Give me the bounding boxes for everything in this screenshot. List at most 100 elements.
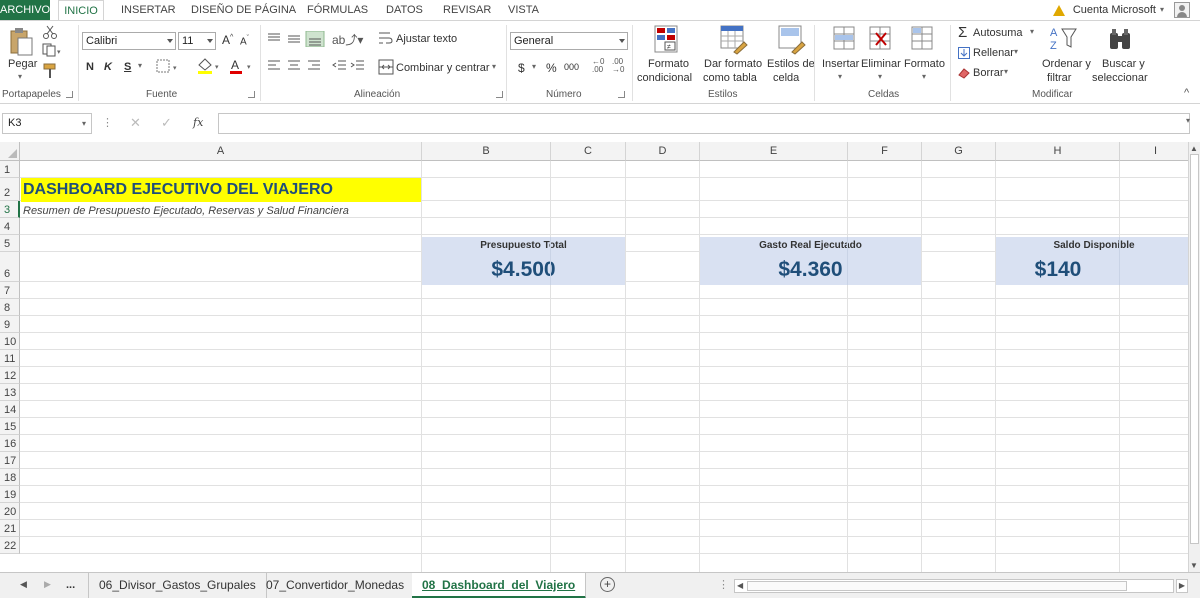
row-header[interactable]: 13 [0,384,20,401]
vertical-align-icons[interactable] [266,31,326,47]
tab-formulas[interactable]: FÓRMULAS [307,0,368,20]
select-all-corner[interactable] [0,142,20,161]
find-select-label-1[interactable]: Buscar y [1102,58,1145,70]
row-header[interactable]: 1 [0,161,20,178]
binoculars-icon[interactable] [1108,27,1134,51]
currency-button[interactable]: $ [518,61,525,75]
expand-formula-icon[interactable]: ▾ [1186,116,1190,125]
scroll-right-icon[interactable]: ▶ [1176,579,1188,593]
sort-filter-label-1[interactable]: Ordenar y [1042,58,1091,70]
kpi-value-budget[interactable]: $4.500 [422,255,625,285]
column-header-a[interactable]: A [20,142,422,161]
cell-styles-icon[interactable] [778,25,806,55]
insert-cells-button[interactable]: Insertar [822,58,859,70]
chevron-down-icon[interactable]: ▾ [18,72,22,81]
indent-icons[interactable] [332,59,368,73]
autosum-button[interactable]: Autosuma [973,27,1023,39]
format-cells-button[interactable]: Formato [904,58,945,70]
account-menu[interactable]: Cuenta Microsoft ▾ [1052,0,1190,20]
cancel-icon[interactable]: ✕ [130,115,141,131]
copy-icon[interactable]: ▾ [42,43,64,57]
autosum-icon[interactable]: Σ [958,25,967,41]
sheet-tab-07[interactable]: 07_Convertidor_Monedas [256,573,416,598]
conditional-format-label-2[interactable]: condicional [637,72,692,84]
font-color-icon[interactable]: A ▾ [228,57,256,75]
tab-file[interactable]: ARCHIVO [0,0,50,20]
number-format-select[interactable]: General [510,32,628,50]
row-header[interactable]: 19 [0,486,20,503]
chevron-down-icon[interactable]: ▾ [838,72,842,81]
wrap-text-button[interactable]: Ajustar texto [396,33,457,45]
sheet-tab-06[interactable]: 06_Divisor_Gastos_Grupales [88,573,267,598]
merge-center-button[interactable]: Combinar y centrar [396,62,490,74]
row-header[interactable]: 8 [0,299,20,316]
row-header[interactable]: 18 [0,469,20,486]
kpi-label-balance[interactable]: Saldo Disponible [996,237,1188,255]
name-box[interactable]: K3 ▾ [2,113,92,134]
italic-button[interactable]: K [104,61,112,73]
enter-icon[interactable]: ✓ [161,115,172,131]
underline-button[interactable]: S [124,61,131,73]
find-select-label-2[interactable]: seleccionar [1092,72,1148,84]
kpi-value-spent[interactable]: $4.360 [700,255,921,285]
row-header[interactable]: 10 [0,333,20,350]
chevron-down-icon[interactable]: ▾ [922,72,926,81]
orientation-icon[interactable]: ab⤴▾ [332,31,363,48]
tab-home[interactable]: INICIO [58,0,104,21]
column-header-c[interactable]: C [551,142,626,161]
chevron-down-icon[interactable]: ▾ [138,61,142,70]
column-header-e[interactable]: E [700,142,848,161]
row-header[interactable]: 14 [0,401,20,418]
kpi-label-budget[interactable]: Presupuesto Total [422,237,625,255]
column-header-f[interactable]: F [848,142,922,161]
sheet-tab-08[interactable]: 08_Dashboard_del_Viajero [412,573,587,598]
cell-styles-label-1[interactable]: Estilos de [767,58,815,70]
row-header[interactable]: 15 [0,418,20,435]
format-painter-icon[interactable] [42,63,58,79]
row-header[interactable]: 9 [0,316,20,333]
tab-view[interactable]: VISTA [508,0,539,20]
row-header[interactable]: 3 [0,201,20,218]
collapse-ribbon-icon[interactable]: ^ [1184,87,1189,99]
row-header[interactable]: 16 [0,435,20,452]
chevron-down-icon[interactable]: ▾ [878,72,882,81]
wrap-text-icon[interactable] [378,30,394,46]
more-sheets-button[interactable]: ... [66,579,75,591]
row-header[interactable]: 11 [0,350,20,367]
vertical-scrollbar[interactable]: ▲ ▼ [1188,142,1200,572]
row-header[interactable]: 6 [0,252,20,282]
thousands-button[interactable]: 000 [564,62,579,72]
column-header-b[interactable]: B [422,142,551,161]
format-as-table-label-1[interactable]: Dar formato [704,58,762,70]
shrink-font-icon[interactable]: Aˇ [240,35,249,47]
fill-icon[interactable] [958,47,970,59]
column-header-d[interactable]: D [626,142,700,161]
percent-button[interactable]: % [546,61,557,75]
row-header[interactable]: 20 [0,503,20,520]
chevron-down-icon[interactable]: ▾ [1004,67,1008,76]
dashboard-subtitle[interactable]: Resumen de Presupuesto Ejecutado, Reserv… [21,203,421,220]
horizontal-scrollbar[interactable]: ◀ [734,579,1174,593]
clear-button[interactable]: Borrar [973,67,1004,79]
row-header[interactable]: 5 [0,235,20,252]
prev-sheet-icon[interactable]: ◀ [20,579,27,590]
decrease-decimal-icon[interactable]: .00 →0 [612,58,624,74]
tab-review[interactable]: REVISAR [443,0,491,20]
grow-font-icon[interactable]: A^ [222,33,233,47]
eraser-icon[interactable] [958,67,970,79]
column-header-i[interactable]: I [1120,142,1188,161]
row-header[interactable]: 17 [0,452,20,469]
add-sheet-icon[interactable]: + [600,577,615,592]
kpi-label-spent[interactable]: Gasto Real Ejecutado [700,237,921,255]
column-header-h[interactable]: H [996,142,1120,161]
fill-button[interactable]: Rellenar [973,47,1014,59]
sort-filter-icon[interactable]: A Z [1048,25,1078,53]
paste-icon[interactable] [8,27,34,57]
borders-icon[interactable]: ▾ [156,59,182,73]
kpi-value-balance[interactable]: $140 [996,255,1188,285]
tab-page-layout[interactable]: DISEÑO DE PÁGINA [191,0,296,20]
format-as-table-icon[interactable] [720,25,748,55]
cell-styles-label-2[interactable]: celda [773,72,799,84]
font-size-select[interactable]: 11 [178,32,216,50]
row-header[interactable]: 7 [0,282,20,299]
